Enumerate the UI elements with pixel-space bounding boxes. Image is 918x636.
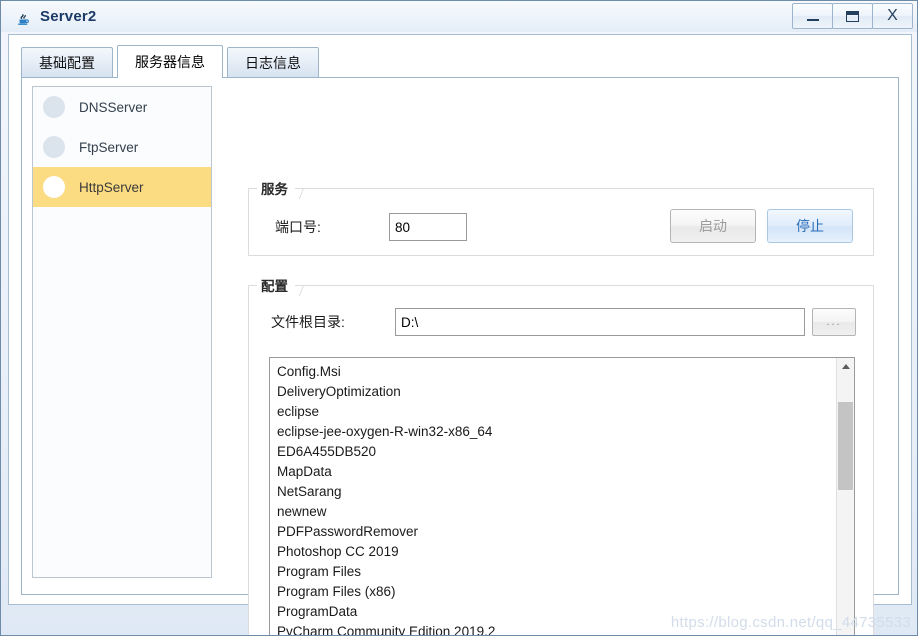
browse-button[interactable]: ... [812,308,856,336]
file-list[interactable]: Config.Msi DeliveryOptimization eclipse ecl… [270,358,836,635]
file-list-item[interactable]: ED6A455DB520 [274,442,836,462]
sidebar-item-label: DNSServer [79,99,148,115]
file-list-item[interactable]: NetSarang [274,482,836,502]
file-list-item[interactable]: Program Files (x86) [274,582,836,602]
sidebar-item-label: HttpServer [79,179,144,195]
tab-label: 日志信息 [245,55,301,71]
scroll-up-arrow-icon[interactable] [837,358,854,375]
server-status-circle-icon [43,136,65,158]
file-list-item[interactable]: MapData [274,462,836,482]
minimize-button[interactable] [792,3,833,29]
service-group-title: 服务 [257,178,295,198]
file-list-item[interactable]: eclipse [274,402,836,422]
app-window: Server2 X 基础配置 服务器信息 日志信息 DNSServer FtpS… [0,0,918,636]
sidebar-item-dnsserver[interactable]: DNSServer [33,87,211,127]
server-status-circle-icon [43,176,65,198]
maximize-button[interactable] [832,3,873,29]
sidebar-item-label: FtpServer [79,139,139,155]
stop-button-label: 停止 [796,218,824,234]
tab-log-info[interactable]: 日志信息 [227,47,319,78]
close-button[interactable]: X [872,3,913,29]
sidebar-item-ftpserver[interactable]: FtpServer [33,127,211,167]
window-controls: X [792,3,913,29]
sidebar-item-httpserver[interactable]: HttpServer [33,167,211,207]
service-group-box: 服务 端口号: 启动 停止 [248,178,874,256]
close-icon: X [887,7,898,24]
tab-strip: 基础配置 服务器信息 日志信息 [21,45,323,78]
file-list-item[interactable]: PDFPasswordRemover [274,522,836,542]
start-button-label: 启动 [699,218,727,234]
server-status-circle-icon [43,96,65,118]
file-list-item[interactable]: Program Files [274,562,836,582]
tab-label: 基础配置 [39,55,95,71]
browse-button-label: ... [826,316,842,328]
minimize-icon [806,19,819,21]
file-list-item[interactable]: Photoshop CC 2019 [274,542,836,562]
tab-panel-server-info: DNSServer FtpServer HttpServer 服务 端口号: 8… [21,77,899,635]
tab-server-info[interactable]: 服务器信息 [117,45,223,78]
root-directory-input[interactable] [395,308,805,336]
chevron-up-icon [841,364,850,369]
java-cup-icon [14,8,32,26]
port-label: 端口号: [275,219,321,235]
config-group-title: 配置 [257,275,295,295]
stop-button[interactable]: 停止 [767,209,853,243]
tab-label: 服务器信息 [135,54,205,70]
title-bar: Server2 X [1,1,917,32]
file-list-item[interactable]: Config.Msi [274,362,836,382]
root-directory-label: 文件根目录: [271,314,345,330]
file-list-scrollbar[interactable] [836,358,854,635]
file-list-container: Config.Msi DeliveryOptimization eclipse ecl… [269,357,855,635]
client-area: 基础配置 服务器信息 日志信息 DNSServer FtpServer Http… [8,34,912,635]
start-button[interactable]: 启动 [670,209,756,243]
scrollbar-thumb[interactable] [838,402,853,490]
window-title: Server2 [40,8,97,25]
port-input[interactable] [389,213,467,241]
watermark: https://blog.csdn.net/qq_44735533 [670,614,911,631]
file-list-item[interactable]: DeliveryOptimization [274,382,836,402]
server-list[interactable]: DNSServer FtpServer HttpServer [32,86,212,578]
group-notch [298,188,305,199]
group-notch [298,285,305,296]
file-list-item[interactable]: eclipse-jee-oxygen-R-win32-x86_64 [274,422,836,442]
config-group-box: 配置 文件根目录: ... Config.MsiDeliveryOptimiza… [248,275,874,635]
file-list-item[interactable]: newnew [274,502,836,522]
tab-basic-config[interactable]: 基础配置 [21,47,113,78]
maximize-icon [846,10,859,22]
